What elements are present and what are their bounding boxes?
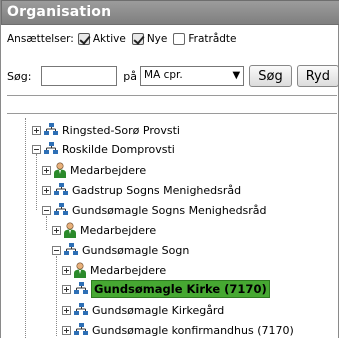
organisation-icon bbox=[54, 203, 68, 215]
expand-icon[interactable] bbox=[32, 125, 41, 135]
expand-icon[interactable] bbox=[42, 165, 51, 175]
tree-node-label[interactable]: Medarbejdere bbox=[79, 223, 157, 238]
employees-icon bbox=[64, 222, 76, 238]
organisation-icon bbox=[74, 303, 88, 315]
organisation-tree: Ringsted-Sorø Provsti Roskilde Domprovst… bbox=[1, 118, 339, 338]
expand-icon[interactable] bbox=[52, 225, 61, 235]
filter-resigned-label[interactable]: Fratrådte bbox=[188, 33, 236, 45]
tree-node[interactable]: Ringsted-Sorø Provsti bbox=[32, 120, 181, 140]
organisation-icon bbox=[44, 123, 58, 135]
tree-node[interactable]: Gundsømagle Sogn bbox=[52, 240, 190, 260]
tree-node[interactable]: Gundsømagle konfirmandhus (7170) bbox=[62, 320, 295, 340]
divider bbox=[7, 95, 337, 96]
filters-label: Ansættelser: bbox=[7, 33, 74, 45]
expand-icon[interactable] bbox=[62, 325, 71, 335]
organisation-icon bbox=[74, 282, 88, 294]
tree-guide-line bbox=[36, 154, 37, 210]
organisation-icon bbox=[44, 142, 58, 154]
tree-node-label[interactable]: Ringsted-Sorø Provsti bbox=[61, 123, 181, 138]
organisation-icon bbox=[74, 323, 88, 335]
search-field-value: MA cpr. bbox=[144, 69, 183, 81]
tree-node[interactable]: Medarbejdere bbox=[42, 160, 147, 180]
search-button[interactable]: Søg bbox=[249, 65, 292, 87]
tree-node-label[interactable]: Gundsømagle Kirke (7170) bbox=[91, 280, 270, 298]
employees-icon bbox=[54, 162, 66, 178]
tree-node-label[interactable]: Gundsømagle konfirmandhus (7170) bbox=[91, 323, 295, 338]
collapse-icon[interactable] bbox=[32, 144, 41, 154]
tree-guide-line bbox=[56, 256, 57, 336]
search-row: Søg: på MA cpr. ▼ Søg Ryd bbox=[7, 64, 339, 88]
collapse-icon[interactable] bbox=[52, 245, 61, 255]
tree-node[interactable]: Gadstrup Sogns Menighedsråd bbox=[42, 180, 242, 200]
expand-icon[interactable] bbox=[62, 305, 71, 315]
organisation-icon bbox=[54, 183, 68, 195]
chevron-down-icon: ▼ bbox=[232, 70, 241, 81]
tree-node[interactable]: Gundsømagle Sogns Menighedsråd bbox=[42, 200, 268, 220]
tree-node-label[interactable]: Roskilde Domprovsti bbox=[61, 142, 176, 157]
tree-node-label[interactable]: Medarbejdere bbox=[69, 163, 147, 178]
tree-node[interactable]: Roskilde Domprovsti bbox=[32, 139, 176, 159]
tree-node[interactable]: Gundsømagle Kirkegård bbox=[62, 300, 225, 320]
tree-guide-line bbox=[25, 118, 26, 338]
search-label: Søg: bbox=[7, 69, 32, 83]
expand-icon[interactable] bbox=[62, 284, 71, 294]
organisation-icon bbox=[64, 243, 78, 255]
filter-resigned-checkbox[interactable] bbox=[173, 33, 186, 45]
expand-icon[interactable] bbox=[42, 185, 51, 195]
tree-node-label[interactable]: Medarbejdere bbox=[89, 263, 167, 278]
collapse-icon[interactable] bbox=[42, 205, 51, 215]
employment-filters: Ansættelser: Aktive Nye Fratrådte bbox=[7, 30, 337, 48]
clear-button[interactable]: Ryd bbox=[296, 65, 339, 87]
filter-active-checkbox[interactable] bbox=[77, 33, 90, 45]
tree-node-label[interactable]: Gundsømagle Sogns Menighedsråd bbox=[71, 203, 268, 218]
tree-node-label[interactable]: Gadstrup Sogns Menighedsråd bbox=[71, 183, 242, 198]
filter-new-label[interactable]: Nye bbox=[147, 33, 168, 45]
employees-icon bbox=[74, 262, 86, 278]
filter-new-checkbox[interactable] bbox=[131, 33, 144, 45]
tree-node[interactable]: Medarbejdere bbox=[62, 260, 167, 280]
divider bbox=[7, 113, 337, 114]
expand-icon[interactable] bbox=[62, 265, 71, 275]
tree-node-label[interactable]: Gundsømagle Sogn bbox=[81, 243, 190, 258]
filter-active-label[interactable]: Aktive bbox=[93, 33, 126, 45]
tree-node-selected[interactable]: Gundsømagle Kirke (7170) bbox=[62, 279, 270, 299]
search-field-select[interactable]: MA cpr. ▼ bbox=[140, 66, 245, 86]
search-input[interactable] bbox=[41, 66, 118, 86]
panel-title: Organisation bbox=[1, 0, 339, 25]
organisation-panel: Organisation Ansættelser: Aktive Nye Fra… bbox=[0, 0, 339, 338]
search-on-label: på bbox=[123, 69, 138, 83]
tree-node[interactable]: Medarbejdere bbox=[52, 220, 157, 240]
tree-node-label[interactable]: Gundsømagle Kirkegård bbox=[91, 303, 225, 318]
